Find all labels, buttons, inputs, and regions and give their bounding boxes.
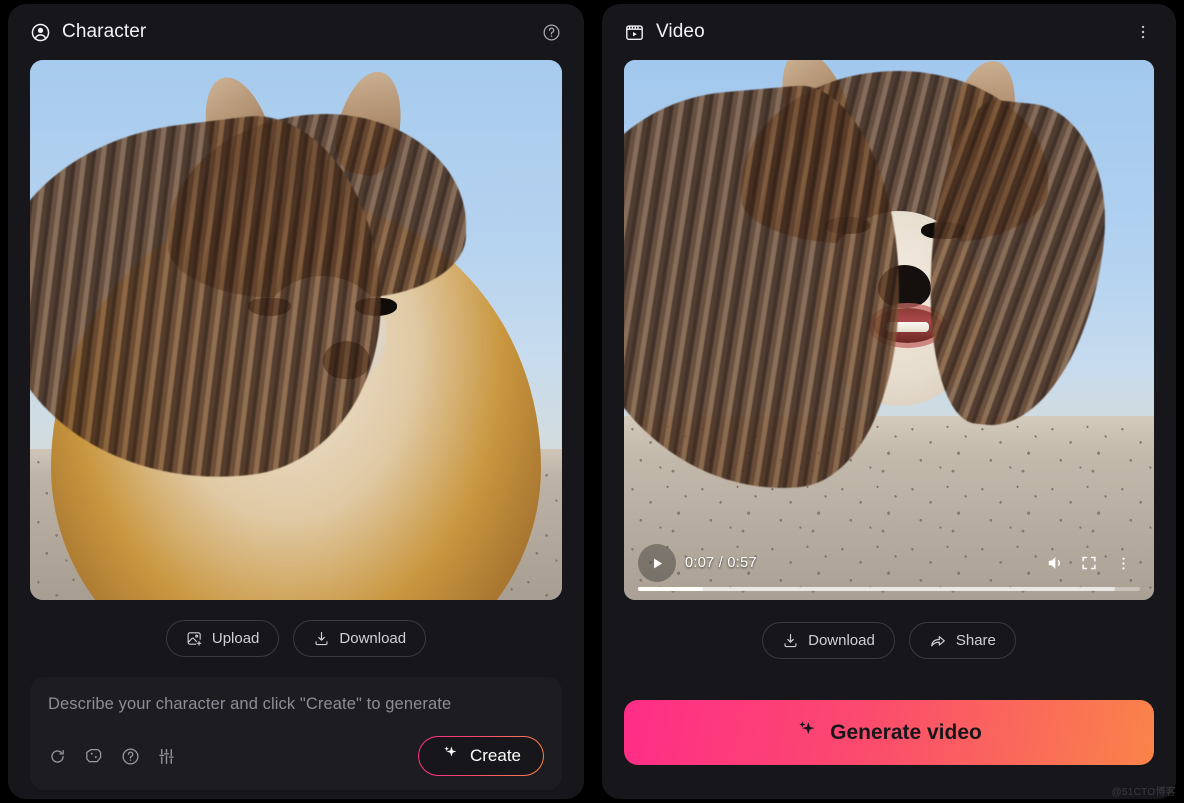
video-panel-header: Video [602, 4, 1176, 60]
help-circle-icon[interactable] [538, 19, 564, 45]
sliders-settings-icon[interactable] [157, 747, 176, 766]
video-download-button[interactable]: Download [762, 622, 895, 659]
video-panel: Video 0:07 / 0:57 Download Share Generat… [602, 4, 1176, 799]
video-progress-bar[interactable] [638, 587, 1140, 591]
character-image-wrap [8, 60, 584, 600]
prompt-wrap: Describe your character and click "Creat… [8, 677, 584, 790]
video-played-bar [638, 587, 704, 591]
video-clip-icon [624, 22, 645, 43]
generate-video-wrap: Generate video [602, 700, 1176, 765]
character-panel-title: Character [62, 21, 147, 42]
video-time-display: 0:07 / 0:57 [685, 555, 757, 571]
character-panel-header: Character [8, 4, 584, 60]
create-button-label: Create [469, 746, 521, 765]
download-icon [782, 632, 799, 649]
video-panel-title: Video [656, 21, 705, 42]
video-action-buttons: Download Share [602, 622, 1176, 659]
prompt-help-circle-icon[interactable] [121, 747, 140, 766]
video-controls-row: 0:07 / 0:57 [638, 541, 1140, 585]
video-buffered-bar [638, 587, 1115, 591]
character-download-button[interactable]: Download [293, 620, 427, 657]
play-icon[interactable] [638, 544, 676, 582]
prompt-box[interactable]: Describe your character and click "Creat… [30, 677, 562, 790]
dice-random-icon[interactable] [84, 746, 104, 766]
character-image[interactable] [30, 60, 562, 600]
volume-on-icon[interactable] [1038, 546, 1072, 580]
video-dog-figure [624, 60, 1154, 600]
upload-button[interactable]: Upload [165, 620, 280, 657]
fullscreen-icon[interactable] [1072, 546, 1106, 580]
video-panel-spacer [602, 659, 1176, 700]
watermark: @51CTO博客 [1111, 787, 1176, 798]
more-vertical-icon[interactable] [1130, 19, 1156, 45]
video-more-vertical-icon[interactable] [1106, 546, 1140, 580]
create-button[interactable]: Create [418, 736, 544, 776]
generate-video-button[interactable]: Generate video [624, 700, 1154, 765]
character-download-label: Download [339, 630, 407, 647]
character-panel: Character Upload Download Describe your … [8, 4, 584, 799]
generate-video-label: Generate video [830, 720, 982, 744]
share-arrow-icon [929, 632, 947, 650]
user-circle-icon [30, 22, 51, 43]
video-download-label: Download [808, 632, 875, 649]
video-wrap: 0:07 / 0:57 [602, 60, 1176, 600]
share-button-label: Share [955, 632, 996, 649]
character-action-buttons: Upload Download [8, 620, 584, 657]
sparkle-icon [441, 744, 460, 768]
image-plus-icon [186, 630, 203, 647]
video-controls: 0:07 / 0:57 [624, 541, 1154, 600]
character-scene [30, 60, 562, 600]
video-scene [624, 60, 1154, 600]
video-player[interactable]: 0:07 / 0:57 [624, 60, 1154, 600]
prompt-toolbar: Create [48, 736, 544, 776]
upload-button-label: Upload [211, 630, 260, 647]
share-button[interactable]: Share [908, 622, 1016, 659]
dog-figure [30, 60, 562, 600]
sparkle-icon [796, 719, 818, 747]
refresh-icon[interactable] [48, 747, 67, 766]
app-root: Character Upload Download Describe your … [0, 0, 1184, 803]
prompt-placeholder: Describe your character and click "Creat… [48, 695, 452, 713]
download-icon [313, 630, 330, 647]
